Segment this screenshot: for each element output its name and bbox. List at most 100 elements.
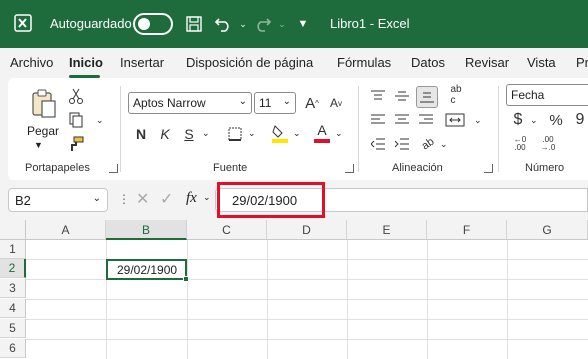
paste-icon[interactable]: [28, 88, 60, 120]
column-header[interactable]: G: [507, 220, 588, 240]
row-gridline: [26, 319, 588, 320]
fill-handle[interactable]: [183, 276, 189, 282]
font-launcher-icon[interactable]: [345, 164, 354, 173]
fill-color-icon[interactable]: [270, 122, 290, 144]
comma-style-icon[interactable]: 9: [572, 110, 588, 130]
align-top-icon[interactable]: [368, 86, 388, 106]
column-header[interactable]: A: [26, 220, 106, 240]
group-separator: [358, 86, 359, 172]
clipboard-group-label: Portapapeles: [25, 162, 90, 174]
font-group-label: Fuente: [213, 162, 248, 174]
merge-center-icon[interactable]: [442, 110, 468, 130]
column-header[interactable]: F: [427, 220, 507, 240]
clipboard-launcher-icon[interactable]: [109, 164, 118, 173]
group-separator: [498, 86, 499, 172]
select-all-corner[interactable]: [0, 220, 26, 240]
font-color-icon[interactable]: A: [312, 122, 332, 144]
number-group-label: Número: [525, 162, 565, 174]
align-middle-icon[interactable]: [392, 86, 412, 106]
paste-dropdown-icon[interactable]: ▼: [34, 140, 43, 150]
undo-dropdown-icon[interactable]: ⌄: [232, 13, 254, 35]
italic-button[interactable]: K: [156, 124, 174, 144]
column-header[interactable]: B: [106, 220, 187, 240]
font-color-dropdown-icon[interactable]: ⌄: [335, 128, 343, 139]
column-header[interactable]: E: [347, 220, 427, 240]
copy-icon[interactable]: [66, 110, 86, 130]
align-center-icon[interactable]: [392, 110, 412, 130]
tab-inicio[interactable]: Inicio: [69, 55, 103, 70]
row-header[interactable]: 4: [0, 299, 26, 318]
alignment-group-label: Alineación: [392, 162, 443, 174]
column-gridline: [106, 240, 107, 359]
undo-icon[interactable]: [212, 13, 234, 35]
align-right-icon[interactable]: [416, 110, 436, 130]
row-gridline: [26, 299, 588, 300]
fill-color-dropdown-icon[interactable]: ⌄: [293, 128, 301, 139]
row-header[interactable]: 6: [0, 339, 26, 358]
function-dropdown-icon[interactable]: ⌄: [203, 192, 211, 203]
increase-decimal-icon[interactable]: ←0.00: [510, 134, 530, 154]
tab-datos[interactable]: Datos: [411, 55, 445, 70]
row-header[interactable]: 5: [0, 319, 26, 338]
number-format-select[interactable]: Fecha: [506, 84, 588, 106]
tab-disposicion[interactable]: Disposición de página: [186, 55, 313, 70]
merge-dropdown-icon[interactable]: ⌄: [474, 115, 482, 126]
redo-dropdown-icon[interactable]: ⌄: [271, 13, 293, 35]
format-painter-icon[interactable]: [66, 134, 86, 154]
orientation-icon[interactable]: ab: [414, 130, 442, 158]
autosave-toggle[interactable]: [133, 13, 173, 35]
name-box[interactable]: B2 ⌄: [8, 188, 108, 212]
save-icon[interactable]: [183, 13, 205, 35]
orientation-dropdown-icon[interactable]: ⌄: [440, 139, 448, 150]
currency-dropdown-icon[interactable]: ⌄: [530, 115, 538, 126]
decrease-indent-icon[interactable]: [368, 134, 388, 154]
enter-icon[interactable]: ✓: [160, 189, 173, 209]
annotation-highlight-box: [217, 182, 325, 218]
alignment-launcher-icon[interactable]: [484, 164, 493, 173]
tab-more[interactable]: Pr: [576, 55, 588, 70]
more-options-icon[interactable]: ⋮: [118, 192, 130, 206]
group-separator: [120, 86, 121, 172]
row-header[interactable]: 3: [0, 279, 26, 298]
wrap-text-icon[interactable]: ab c: [446, 84, 466, 106]
cut-icon[interactable]: [66, 86, 86, 106]
customize-qat-icon[interactable]: ▼: [292, 13, 314, 35]
copy-dropdown-icon[interactable]: ⌄: [96, 115, 104, 126]
insert-function-icon[interactable]: fx: [186, 190, 197, 207]
row-header[interactable]: 1: [0, 240, 26, 259]
worksheet-grid[interactable]: A B C D E F G 1 2 3 4 5 6: [0, 220, 588, 359]
currency-icon[interactable]: $: [510, 110, 526, 130]
borders-icon[interactable]: [226, 124, 244, 144]
underline-button[interactable]: S: [180, 124, 198, 144]
percent-icon[interactable]: %: [548, 110, 564, 130]
toggle-knob: [138, 18, 150, 30]
font-name-value: Aptos Narrow: [133, 96, 206, 110]
cancel-icon[interactable]: ✕: [136, 189, 149, 209]
align-left-icon[interactable]: [368, 110, 388, 130]
font-size-select[interactable]: 11 ⌄: [254, 92, 296, 114]
borders-dropdown-icon[interactable]: ⌄: [248, 128, 256, 139]
column-header[interactable]: D: [267, 220, 347, 240]
increase-indent-icon[interactable]: [392, 134, 412, 154]
align-bottom-icon[interactable]: [416, 86, 438, 108]
decrease-decimal-icon[interactable]: .00 →.0: [538, 134, 558, 154]
tab-formulas[interactable]: Fórmulas: [337, 55, 391, 70]
excel-logo-icon: [14, 14, 32, 32]
column-header[interactable]: C: [187, 220, 267, 240]
shrink-font-icon[interactable]: Av: [326, 92, 346, 114]
column-gridline: [427, 240, 428, 359]
grow-font-icon[interactable]: A ^: [302, 92, 322, 114]
name-box-value: B2: [15, 193, 31, 208]
ribbon-tabs: Archivo Inicio Insertar Disposición de p…: [0, 48, 588, 78]
underline-dropdown-icon[interactable]: ⌄: [202, 128, 210, 139]
row-header[interactable]: 2: [0, 259, 26, 278]
paste-label[interactable]: Pegar: [27, 124, 59, 138]
title-bar: Autoguardado ⌄ ⌄ ▼ Libro1 - Excel: [0, 0, 588, 48]
tab-vista[interactable]: Vista: [527, 55, 556, 70]
tab-insertar[interactable]: Insertar: [120, 55, 164, 70]
font-name-select[interactable]: Aptos Narrow ⌄: [128, 92, 252, 114]
number-format-value: Fecha: [511, 88, 545, 102]
tab-revisar[interactable]: Revisar: [465, 55, 509, 70]
bold-button[interactable]: N: [132, 124, 150, 144]
tab-archivo[interactable]: Archivo: [10, 55, 53, 70]
